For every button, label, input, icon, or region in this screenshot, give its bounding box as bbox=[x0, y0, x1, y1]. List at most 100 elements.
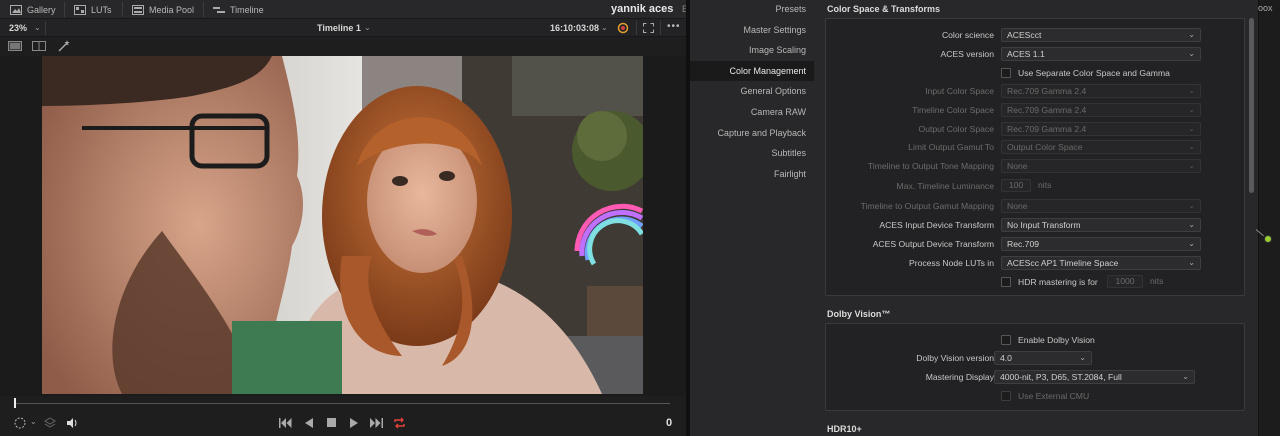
chevron-down-icon: ⌄ bbox=[1188, 161, 1195, 170]
tab-separator bbox=[122, 2, 123, 17]
gamut-mapping-value: None bbox=[1007, 201, 1028, 211]
aces-version-value: ACES 1.1 bbox=[1007, 49, 1045, 59]
max-luminance-label: Max. Timeline Luminance bbox=[896, 181, 994, 191]
hdr-mastering-input[interactable]: 1000 bbox=[1107, 275, 1143, 288]
nav-item-presets[interactable]: Presets bbox=[775, 0, 806, 19]
toolbar-separator bbox=[660, 21, 661, 35]
limit-output-gamut-value: Output Color Space bbox=[1007, 142, 1083, 152]
tab-media-pool[interactable]: Media Pool bbox=[132, 0, 194, 19]
scrubber[interactable] bbox=[0, 396, 690, 410]
enable-dolby-vision-checkbox[interactable] bbox=[1001, 335, 1011, 345]
timeline-chevron-down-icon[interactable]: ⌄ bbox=[364, 23, 371, 32]
aces-version-label: ACES version bbox=[940, 49, 995, 59]
timeline-color-space-dropdown[interactable]: Rec.709 Gamma 2.4 ⌄ bbox=[1001, 103, 1201, 117]
tone-mapping-dropdown[interactable]: None ⌄ bbox=[1001, 159, 1201, 173]
loop-icon[interactable] bbox=[393, 417, 406, 429]
process-node-luts-dropdown[interactable]: ACEScc AP1 Timeline Space ⌄ bbox=[1001, 256, 1201, 270]
gamut-mapping-dropdown[interactable]: None ⌄ bbox=[1001, 199, 1201, 213]
more-options-icon[interactable]: ••• bbox=[667, 21, 681, 32]
timeline-color-space-value: Rec.709 Gamma 2.4 bbox=[1007, 105, 1087, 115]
volume-icon[interactable] bbox=[66, 417, 79, 429]
input-color-space-dropdown[interactable]: Rec.709 Gamma 2.4 ⌄ bbox=[1001, 84, 1201, 98]
hdr-mastering-checkbox[interactable] bbox=[1001, 277, 1011, 287]
frame-counter: 0 bbox=[666, 417, 673, 429]
tab-timeline-label: Timeline bbox=[230, 4, 264, 15]
split-viewer-icon[interactable] bbox=[32, 41, 46, 51]
timecode-chevron-down-icon[interactable]: ⌄ bbox=[601, 23, 608, 32]
right-panel-strip bbox=[1258, 0, 1280, 436]
tab-gallery[interactable]: Gallery bbox=[10, 0, 56, 19]
process-node-luts-value: ACEScc AP1 Timeline Space bbox=[1007, 258, 1119, 268]
nav-item-image-scaling[interactable]: Image Scaling bbox=[749, 40, 806, 60]
single-viewer-icon[interactable] bbox=[8, 41, 22, 51]
limit-output-gamut-label: Limit Output Gamut To bbox=[908, 142, 994, 152]
separate-color-space-label: Use Separate Color Space and Gamma bbox=[1018, 68, 1170, 78]
nav-item-capture-playback[interactable]: Capture and Playback bbox=[717, 123, 806, 143]
chevron-down-icon: ⌄ bbox=[1188, 105, 1195, 114]
enable-dolby-vision-label: Enable Dolby Vision bbox=[1018, 335, 1095, 345]
chevron-down-icon: ⌄ bbox=[1188, 220, 1195, 229]
nav-item-camera-raw[interactable]: Camera RAW bbox=[751, 102, 806, 122]
skip-to-start-icon[interactable] bbox=[279, 418, 292, 428]
stop-icon[interactable] bbox=[327, 418, 336, 427]
color-space-group: Color science ACEScct ⌄ ACES version ACE… bbox=[825, 18, 1245, 296]
loop-chevron-down-icon[interactable]: ⌄ bbox=[30, 417, 37, 426]
play-reverse-icon[interactable] bbox=[305, 418, 313, 428]
chevron-down-icon: ⌄ bbox=[1188, 86, 1195, 95]
zoom-chevron-down-icon[interactable]: ⌄ bbox=[34, 23, 41, 32]
aces-odt-dropdown[interactable]: Rec.709 ⌄ bbox=[1001, 237, 1201, 251]
max-luminance-unit: nits bbox=[1038, 180, 1052, 190]
aces-idt-dropdown[interactable]: No Input Transform ⌄ bbox=[1001, 218, 1201, 232]
external-cmu-label: Use External CMU bbox=[1018, 391, 1090, 401]
nav-item-color-management[interactable]: Color Management bbox=[690, 61, 814, 81]
magic-wand-icon[interactable] bbox=[58, 40, 71, 52]
toolbar-separator bbox=[45, 21, 46, 35]
color-science-dropdown[interactable]: ACEScct ⌄ bbox=[1001, 28, 1201, 42]
media-pool-icon bbox=[132, 4, 144, 15]
nav-item-subtitles[interactable]: Subtitles bbox=[771, 143, 806, 163]
nav-item-master-settings[interactable]: Master Settings bbox=[743, 20, 806, 40]
play-icon[interactable] bbox=[350, 418, 358, 428]
dolby-version-dropdown[interactable]: 4.0 ⌄ bbox=[994, 351, 1092, 365]
tab-luts[interactable]: LUTs bbox=[74, 0, 112, 19]
dolby-version-value: 4.0 bbox=[1000, 353, 1012, 363]
aces-version-dropdown[interactable]: ACES 1.1 ⌄ bbox=[1001, 47, 1201, 61]
mastering-display-dropdown[interactable]: 4000-nit, P3, D65, ST.2084, Full ⌄ bbox=[994, 370, 1195, 384]
color-wheel-icon[interactable] bbox=[617, 22, 629, 34]
mastering-display-label: Mastering Display bbox=[925, 372, 994, 382]
zoom-level[interactable]: 23% bbox=[9, 19, 27, 37]
fullscreen-icon[interactable] bbox=[643, 23, 654, 33]
color-science-label: Color science bbox=[941, 30, 994, 40]
playhead[interactable] bbox=[14, 398, 16, 408]
video-frame[interactable] bbox=[42, 56, 643, 394]
timeline-color-space-label: Timeline Color Space bbox=[912, 105, 994, 115]
aces-odt-value: Rec.709 bbox=[1007, 239, 1040, 249]
aces-idt-value: No Input Transform bbox=[1007, 220, 1081, 230]
nav-item-fairlight[interactable]: Fairlight bbox=[774, 164, 806, 184]
hdr-mastering-label: HDR mastering is for bbox=[1018, 277, 1098, 287]
scrubber-track[interactable] bbox=[15, 403, 670, 404]
loop-selection-icon[interactable] bbox=[13, 417, 27, 429]
separate-color-space-checkbox[interactable] bbox=[1001, 68, 1011, 78]
tone-mapping-value: None bbox=[1007, 161, 1028, 171]
output-color-space-value: Rec.709 Gamma 2.4 bbox=[1007, 124, 1087, 134]
chevron-down-icon: ⌄ bbox=[1188, 258, 1195, 267]
max-luminance-input[interactable]: 100 bbox=[1001, 179, 1031, 192]
settings-pane: Color Space & Transforms Color science A… bbox=[818, 0, 1258, 436]
chevron-down-icon: ⌄ bbox=[1079, 353, 1086, 362]
timeline-name[interactable]: Timeline 1 bbox=[317, 19, 361, 37]
toolbar-separator bbox=[636, 21, 637, 35]
aces-odt-label: ACES Output Device Transform bbox=[872, 239, 994, 249]
nav-item-general-options[interactable]: General Options bbox=[740, 81, 806, 101]
output-color-space-dropdown[interactable]: Rec.709 Gamma 2.4 ⌄ bbox=[1001, 122, 1201, 136]
right-panel-label: oox bbox=[1258, 3, 1273, 13]
tab-timeline[interactable]: Timeline bbox=[213, 0, 264, 19]
settings-scrollbar[interactable] bbox=[1249, 18, 1254, 193]
tab-luts-label: LUTs bbox=[91, 4, 112, 15]
limit-output-gamut-dropdown[interactable]: Output Color Space ⌄ bbox=[1001, 140, 1201, 154]
process-node-luts-label: Process Node LUTs in bbox=[908, 258, 994, 268]
node-output-dot[interactable] bbox=[1264, 235, 1272, 243]
external-cmu-checkbox[interactable] bbox=[1001, 391, 1011, 401]
layers-icon[interactable] bbox=[44, 417, 56, 429]
skip-to-end-icon[interactable] bbox=[370, 418, 383, 428]
